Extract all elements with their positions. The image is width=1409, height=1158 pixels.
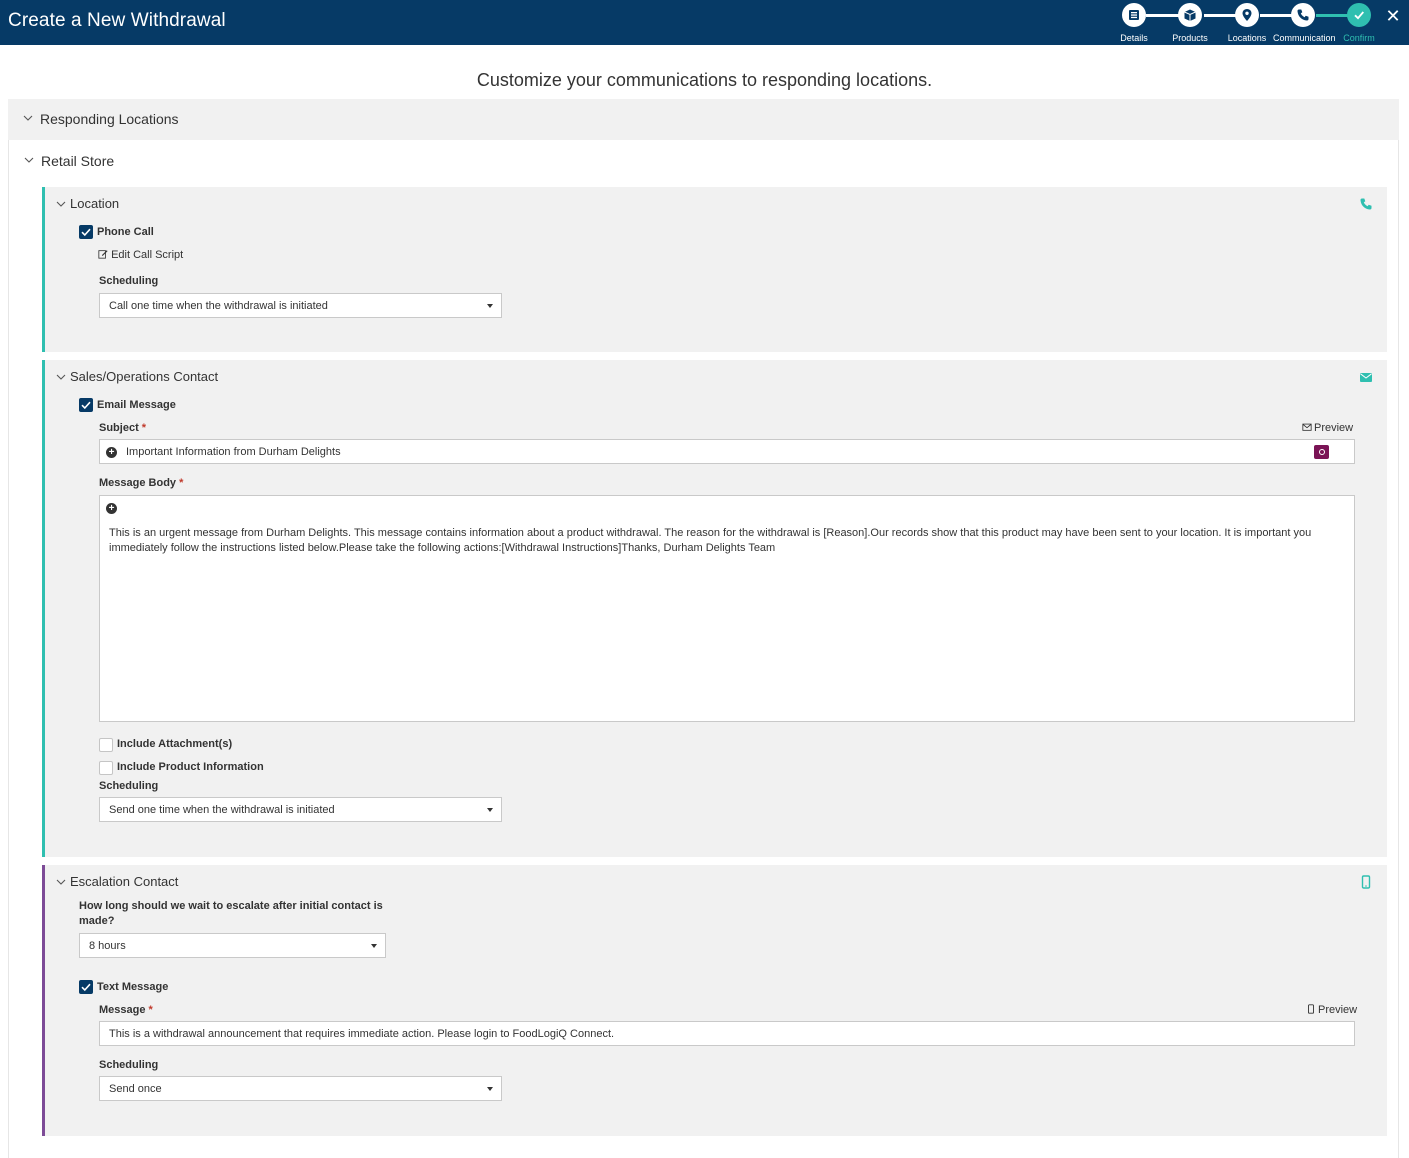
include-product-info-checkbox[interactable] — [99, 761, 113, 775]
caret-down-icon — [487, 304, 493, 308]
section-label: Responding Locations — [40, 111, 179, 127]
step-label: Confirm — [1343, 33, 1375, 43]
subject-input[interactable]: + Important Information from Durham Deli… — [99, 439, 1355, 464]
retail-store-header[interactable]: Retail Store — [8, 141, 1399, 181]
top-bar: Create a New Withdrawal Details Products… — [0, 0, 1409, 45]
subject-label: Subject * — [99, 422, 147, 434]
map-pin-icon — [1235, 3, 1259, 27]
envelope-icon — [1359, 370, 1373, 384]
section-title: Escalation Contact — [70, 874, 179, 889]
step-confirm[interactable]: Confirm — [1329, 3, 1389, 43]
scheduling-label: Scheduling — [99, 1059, 159, 1071]
step-label: Locations — [1227, 33, 1267, 43]
add-field-icon[interactable]: + — [106, 503, 117, 514]
text-message-label: Text Message — [97, 981, 169, 993]
message-body-text: This is an urgent message from Durham De… — [109, 527, 1312, 554]
section-label: Retail Store — [41, 153, 115, 169]
add-field-icon[interactable]: + — [106, 447, 117, 458]
envelope-outline-icon — [1302, 422, 1314, 434]
phone-call-checkbox[interactable] — [79, 225, 93, 239]
section-title: Sales/Operations Contact — [70, 369, 219, 384]
escalation-wait-select[interactable]: 8 hours — [79, 933, 386, 958]
caret-down-icon — [487, 1087, 493, 1091]
step-products[interactable]: Products — [1160, 3, 1220, 43]
escalation-section-header[interactable]: Escalation Contact — [45, 865, 1387, 895]
chevron-down-icon — [56, 199, 66, 209]
email-message-label: Email Message — [97, 399, 176, 411]
chevron-down-icon — [24, 155, 34, 165]
merge-tag-icon[interactable] — [1314, 445, 1329, 459]
chevron-down-icon — [56, 372, 66, 382]
mobile-outline-icon — [1306, 1004, 1318, 1016]
step-label: Details — [1120, 33, 1148, 43]
include-product-info-label: Include Product Information — [117, 761, 264, 773]
message-body-editor[interactable]: + This is an urgent message from Durham … — [99, 495, 1355, 722]
escalation-contact-section: Escalation Contact How long should we wa… — [42, 865, 1387, 1136]
scheduling-label: Scheduling — [99, 275, 159, 287]
sales-contact-section: Sales/Operations Contact Email Message S… — [42, 360, 1387, 857]
section-title: Location — [70, 196, 120, 211]
sms-preview-link[interactable]: Preview — [1306, 1004, 1357, 1016]
email-preview-link[interactable]: Preview — [1302, 422, 1353, 434]
edit-call-script-link[interactable]: Edit Call Script — [98, 249, 183, 261]
caret-down-icon — [487, 808, 493, 812]
chevron-down-icon — [56, 877, 66, 887]
call-scheduling-select[interactable]: Call one time when the withdrawal is ini… — [99, 293, 502, 318]
text-message-input[interactable]: This is a withdrawal announcement that r… — [99, 1021, 1355, 1046]
phone-call-label: Phone Call — [97, 226, 154, 238]
text-message-checkbox[interactable] — [79, 980, 93, 994]
location-section-header[interactable]: Location — [45, 187, 1387, 217]
include-attachments-checkbox[interactable] — [99, 738, 113, 752]
responding-locations-header[interactable]: Responding Locations — [8, 99, 1399, 140]
scheduling-label: Scheduling — [99, 780, 159, 792]
email-message-checkbox[interactable] — [79, 398, 93, 412]
chevron-down-icon — [23, 113, 33, 123]
phone-icon — [1291, 3, 1315, 27]
message-label: Message * — [99, 1004, 153, 1016]
phone-icon — [1359, 197, 1373, 211]
step-details[interactable]: Details — [1104, 3, 1164, 43]
list-icon — [1122, 3, 1146, 27]
email-scheduling-select[interactable]: Send one time when the withdrawal is ini… — [99, 797, 502, 822]
mobile-icon — [1359, 875, 1373, 889]
escalation-wait-question: How long should we wait to escalate afte… — [79, 900, 383, 927]
edit-icon — [98, 249, 108, 261]
check-icon — [1347, 3, 1371, 27]
include-attachments-label: Include Attachment(s) — [117, 738, 233, 750]
text-scheduling-select[interactable]: Send once — [99, 1076, 502, 1101]
close-icon[interactable]: ✕ — [1384, 6, 1402, 26]
step-locations[interactable]: Locations — [1217, 3, 1277, 43]
message-body-label: Message Body * — [99, 477, 184, 489]
step-label: Communication — [1273, 33, 1336, 43]
step-label: Products — [1172, 33, 1208, 43]
step-communication[interactable]: Communication — [1273, 3, 1336, 43]
box-icon — [1178, 3, 1202, 27]
location-section: Location Phone Call Edit Call Script Sch… — [42, 187, 1387, 352]
caret-down-icon — [371, 944, 377, 948]
sales-contact-section-header[interactable]: Sales/Operations Contact — [45, 360, 1387, 390]
page-title: Create a New Withdrawal — [8, 10, 226, 31]
wizard-stepper: Details Products Locations Communication… — [1120, 3, 1380, 43]
page-heading: Customize your communications to respond… — [476, 70, 933, 90]
